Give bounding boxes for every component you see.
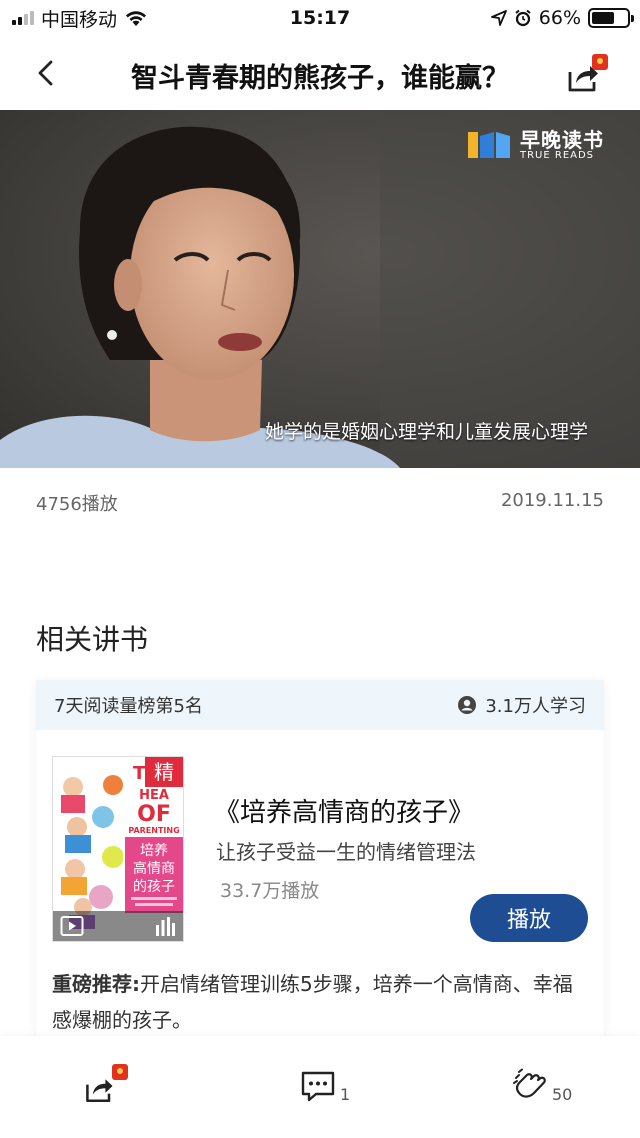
- page-title: 智斗青春期的熊孩子，谁能赢？: [131, 63, 509, 94]
- bottom-action-bar: 1 50: [0, 1036, 640, 1138]
- book-play-count: 33.7万播放: [220, 880, 320, 902]
- card-header: 7天阅读量榜第5名 3.1万人学习: [36, 680, 604, 730]
- badge-icon: [592, 54, 608, 70]
- clap-button[interactable]: 50: [512, 1068, 572, 1104]
- signal-icon: [12, 11, 34, 25]
- video-frame-image: [0, 110, 640, 468]
- book-cover[interactable]: 精 T HEA OF PARENTING 培养 高情商 的孩子: [52, 756, 184, 942]
- cover-of-text: OF: [137, 802, 171, 827]
- cover-cn-line2: 高情商: [133, 860, 175, 877]
- cover-badge-text: 精: [154, 760, 174, 784]
- user-icon: [458, 696, 477, 714]
- recommend-label: 重磅推荐:: [52, 972, 140, 996]
- share-button[interactable]: [564, 50, 610, 96]
- recommendation-text: 重磅推荐:开启情绪管理训练5步骤，培养一个高情商、幸福感爆棚的孩子。: [52, 966, 592, 1038]
- play-count: 4756播放: [36, 494, 118, 515]
- status-left: 中国移动: [12, 5, 148, 32]
- video-logo: 早晚读书 TRUE READS: [466, 128, 604, 162]
- nav-bar: 智斗青春期的熊孩子，谁能赢？: [0, 36, 640, 110]
- bottom-share-button[interactable]: [82, 1064, 128, 1104]
- logo-sub-text: TRUE READS: [520, 149, 595, 161]
- wifi-icon: [126, 11, 147, 26]
- play-button[interactable]: 播放: [470, 894, 588, 942]
- clap-count: 50: [552, 1085, 573, 1104]
- video-icon: [60, 916, 84, 936]
- battery-percent: 66%: [538, 7, 581, 29]
- cover-t-letter: T: [133, 763, 146, 784]
- logo-main-text: 早晚读书: [520, 127, 604, 152]
- rank-label: 7天阅读量榜第5名: [54, 696, 203, 717]
- comment-icon: [301, 1071, 335, 1102]
- book-subtitle: 让孩子受益一生的情绪管理法: [216, 840, 476, 864]
- status-bar: 中国移动 15:17 66%: [0, 0, 640, 36]
- publish-date: 2019.11.15: [500, 490, 604, 511]
- battery-icon: [588, 8, 634, 28]
- book-logo-icon: [468, 132, 510, 158]
- video-player[interactable]: 早晚读书 TRUE READS 她学的是婚姻心理学和儿童发展心理学: [0, 110, 640, 468]
- comment-button[interactable]: 1: [300, 1068, 350, 1104]
- alarm-icon: [515, 9, 531, 27]
- cover-hea-text: HEA: [139, 788, 169, 803]
- status-right: 66%: [490, 7, 634, 29]
- section-title: 相关讲书: [36, 623, 149, 656]
- battery-fill: [592, 12, 615, 24]
- location-icon: [490, 10, 507, 26]
- video-meta: 4756播放 2019.11.15: [36, 490, 604, 516]
- comment-count: 1: [340, 1085, 351, 1104]
- badge-icon: [112, 1064, 128, 1080]
- audio-bars-icon: [156, 917, 175, 936]
- cover-cn-line3: 的孩子: [133, 879, 175, 895]
- cover-cn-line1: 培养: [140, 843, 168, 859]
- carrier-label: 中国移动: [41, 8, 118, 31]
- logo-text: 早晚读书 TRUE READS: [520, 130, 604, 161]
- learners: 3.1万人学习: [457, 692, 586, 718]
- learners-count: 3.1万人学习: [485, 696, 586, 717]
- video-subtitle: 她学的是婚姻心理学和儿童发展心理学: [264, 421, 588, 443]
- related-book-card[interactable]: 7天阅读量榜第5名 3.1万人学习 精 T HEA OF PARENTING 培…: [36, 680, 604, 1040]
- cover-parenting-text: PARENTING: [128, 826, 179, 835]
- back-button[interactable]: [30, 56, 64, 90]
- book-title[interactable]: 《培养高情商的孩子》: [214, 792, 474, 829]
- share-icon: [82, 1064, 128, 1104]
- clap-icon: [513, 1068, 546, 1098]
